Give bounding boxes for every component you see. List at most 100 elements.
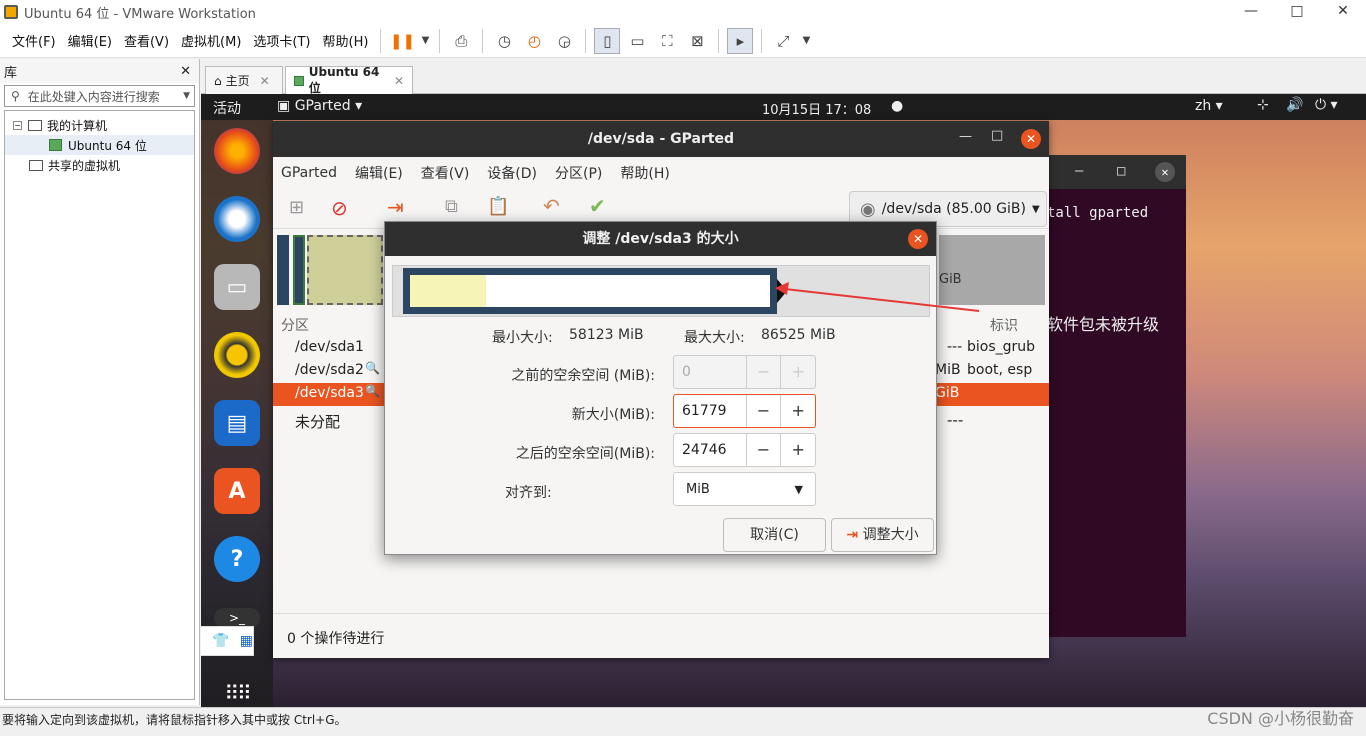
new-size-spinner[interactable]: 61779 − +	[673, 394, 816, 428]
dialog-close-button[interactable]: ✕	[908, 229, 928, 249]
cancel-button[interactable]: 取消(C)	[723, 518, 826, 552]
tab-home[interactable]: ⌂ 主页 ✕	[205, 66, 283, 94]
min-size-value: 58123 MiB	[569, 327, 644, 343]
menu-gparted[interactable]: GParted	[281, 165, 337, 181]
vm-guest-screen[interactable]: 活动 ▣ GParted ▾ 10月15日 17：08 ● zh ▾ ⊹ 🔊 ⏻…	[201, 94, 1366, 707]
menu-tabs[interactable]: 选项卡(T)	[247, 31, 316, 50]
menu-help[interactable]: 帮助(H)	[620, 163, 669, 183]
tree-my-computer[interactable]: − 我的计算机	[5, 115, 194, 135]
maximize-button[interactable]: □	[1274, 0, 1320, 24]
pause-icon[interactable]: ❚❚	[389, 28, 415, 54]
chevron-down-icon[interactable]: ▼	[183, 91, 190, 101]
terminal-maximize-button[interactable]: □	[1117, 163, 1125, 179]
chevron-down-icon[interactable]: ▼	[419, 28, 431, 54]
free-before-input[interactable]: 0	[674, 364, 746, 380]
console-icon[interactable]: ▸	[727, 27, 754, 54]
apply-icon[interactable]: ✔	[589, 194, 606, 218]
input-method-indicator[interactable]: zh ▾	[1195, 98, 1223, 114]
free-after-spinner[interactable]: 24746 − +	[673, 433, 816, 467]
user-icon[interactable]: 👤	[201, 633, 202, 649]
menu-view[interactable]: 查看(V)	[118, 31, 175, 50]
decrement-button[interactable]: −	[745, 356, 781, 388]
rhythmbox-icon[interactable]	[214, 332, 260, 378]
ime-toolbar[interactable]: S 中 •, ☻ 🎤 ⌨ 👤 👕 ▦	[201, 626, 254, 656]
col-flags[interactable]: 标识	[990, 315, 1018, 335]
undo-icon[interactable]: ↶	[543, 194, 560, 218]
partition-bar-sda3[interactable]	[307, 235, 383, 305]
align-select[interactable]: MiB ▼	[673, 472, 816, 506]
free-before-spinner[interactable]: 0 − +	[673, 355, 816, 389]
snapshot-icon[interactable]: ◷	[491, 28, 517, 54]
minimize-button[interactable]: —	[1228, 0, 1274, 24]
copy-icon[interactable]: ⧉	[445, 196, 458, 217]
close-tab-icon[interactable]: ✕	[394, 74, 404, 88]
collapse-icon[interactable]: −	[13, 120, 22, 130]
library-close-icon[interactable]: ✕	[180, 64, 191, 79]
partition-size-tail: ---	[947, 339, 963, 355]
terminal-window[interactable]: — □ ✕ tall gparted 软件包未被升级	[1041, 155, 1186, 637]
snapshot-manager-icon[interactable]: ◶	[551, 28, 577, 54]
new-partition-icon[interactable]: ⊞	[289, 197, 304, 218]
gparted-close-button[interactable]: ✕	[1021, 129, 1041, 149]
gparted-maximize-button[interactable]: □	[991, 128, 1003, 143]
tree-vm-ubuntu[interactable]: Ubuntu 64 位	[5, 135, 194, 155]
tree-shared-vms[interactable]: 共享的虚拟机	[5, 155, 194, 175]
stretch-icon[interactable]: ⤢	[770, 28, 796, 54]
terminal-icon[interactable]: >_	[214, 608, 260, 628]
unity-icon[interactable]: ⊠	[684, 28, 710, 54]
partition-resizer[interactable]	[403, 268, 777, 314]
tab-ubuntu[interactable]: Ubuntu 64 位 ✕	[285, 65, 413, 95]
free-after-input[interactable]: 24746	[674, 442, 746, 458]
toolbox-icon[interactable]: ▦	[240, 633, 253, 649]
skin-icon[interactable]: 👕	[212, 633, 229, 649]
fullscreen-icon[interactable]: ⛶	[654, 28, 680, 54]
thunderbird-icon[interactable]	[214, 196, 260, 242]
paste-icon[interactable]: 📋	[487, 196, 509, 217]
delete-icon[interactable]: ⊘	[331, 196, 348, 220]
menu-view[interactable]: 查看(V)	[421, 163, 470, 183]
sidebar-toggle-icon[interactable]: ▯	[594, 27, 621, 54]
menu-edit[interactable]: 编辑(E)	[355, 163, 403, 183]
terminal-minimize-button[interactable]: —	[1075, 163, 1083, 179]
library-search-input[interactable]: ⚲ 在此处键入内容进行搜索 ▼	[4, 85, 195, 107]
activities-button[interactable]: 活动	[213, 98, 241, 118]
show-apps-icon[interactable]: ⠿⠿	[214, 670, 260, 707]
send-keys-icon[interactable]: ⎙	[448, 28, 474, 54]
close-tab-icon[interactable]: ✕	[260, 74, 270, 88]
chevron-down-icon[interactable]: ▼	[800, 28, 812, 54]
firefox-icon[interactable]	[214, 128, 260, 174]
used-space	[410, 275, 486, 307]
new-size-input[interactable]: 61779	[674, 403, 746, 419]
close-button[interactable]: ✕	[1320, 0, 1366, 24]
software-icon[interactable]: A	[214, 468, 260, 514]
col-partition[interactable]: 分区	[281, 315, 309, 335]
resize-icon[interactable]: ⇥	[387, 195, 404, 219]
writer-icon[interactable]: ▤	[214, 400, 260, 446]
gparted-minimize-button[interactable]: —	[959, 129, 972, 144]
help-icon[interactable]: ?	[214, 536, 260, 582]
volume-icon[interactable]: 🔊	[1286, 97, 1303, 113]
menu-file[interactable]: 文件(F)	[6, 31, 62, 50]
menu-edit[interactable]: 编辑(E)	[62, 31, 118, 50]
menu-help[interactable]: 帮助(H)	[317, 31, 375, 50]
terminal-close-button[interactable]: ✕	[1155, 162, 1175, 182]
decrement-button[interactable]: −	[745, 434, 781, 466]
network-icon[interactable]: ⊹	[1257, 97, 1269, 113]
clock[interactable]: 10月15日 17：08	[762, 99, 871, 118]
tree-label: Ubuntu 64 位	[68, 138, 147, 153]
increment-button[interactable]: +	[780, 356, 815, 388]
power-icon[interactable]: ⏻ ▾	[1315, 97, 1338, 113]
menu-vm[interactable]: 虚拟机(M)	[175, 31, 247, 50]
decrement-button[interactable]: −	[745, 395, 781, 427]
increment-button[interactable]: +	[780, 395, 815, 427]
resize-button[interactable]: ⇥ 调整大小	[831, 518, 934, 552]
app-menu-gparted[interactable]: ▣ GParted ▾	[277, 98, 362, 114]
increment-button[interactable]: +	[780, 434, 815, 466]
partition-bar-sda2[interactable]	[293, 235, 305, 305]
partition-bar-sda1[interactable]	[277, 235, 289, 305]
files-icon[interactable]: ▭	[214, 264, 260, 310]
thumbnail-icon[interactable]: ▭	[624, 28, 650, 54]
menu-partition[interactable]: 分区(P)	[555, 163, 602, 183]
menu-device[interactable]: 设备(D)	[487, 163, 537, 183]
revert-snapshot-icon[interactable]: ◴	[521, 28, 547, 54]
